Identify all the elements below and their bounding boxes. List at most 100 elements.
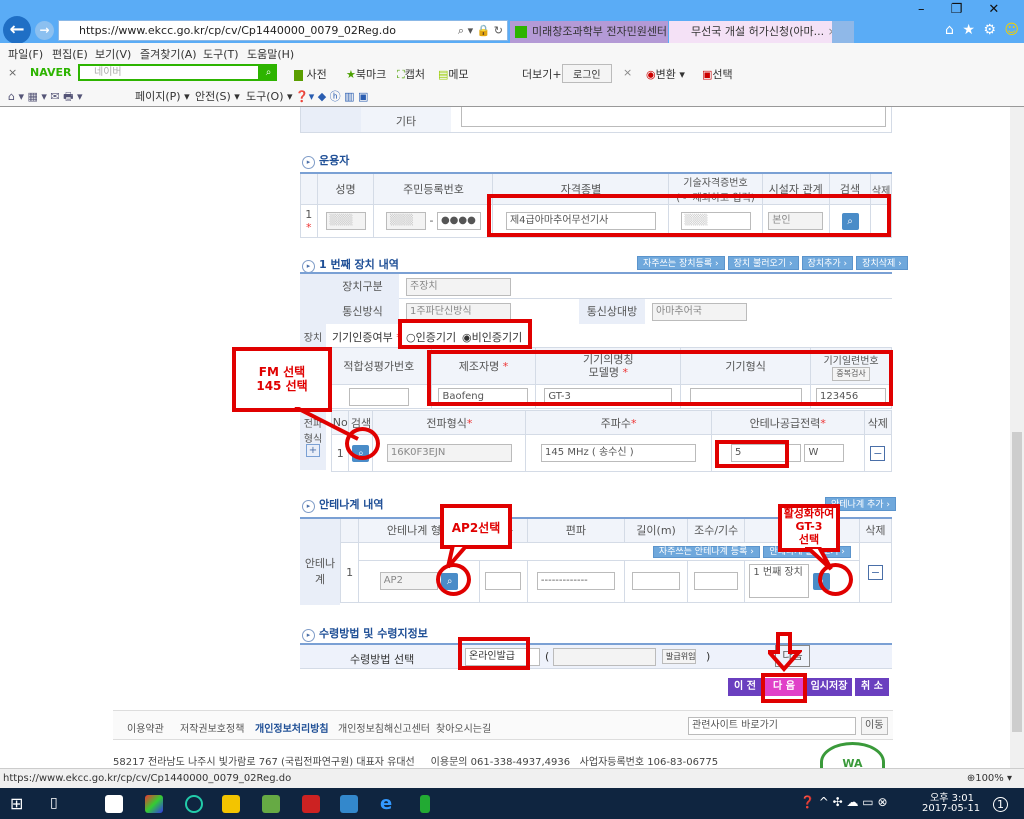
link-privacy-report[interactable]: 개인정보침해신고센터 <box>338 720 430 735</box>
menu-favorites[interactable]: 즐겨찾기(A) <box>140 46 197 62</box>
clock-date[interactable]: 2017-05-11 <box>922 803 980 814</box>
evernote-icon[interactable] <box>262 795 280 813</box>
tab-license[interactable]: 무선국 개설 허가신청(아마... × <box>669 21 832 43</box>
unit-select[interactable]: W <box>804 444 845 462</box>
issue-delegate-button[interactable]: 발급위임 <box>662 649 697 664</box>
help-hp-icons[interactable]: ❓▾ ◆ ⓗ ▥ ▣ <box>295 88 368 104</box>
app-icon-puzzle[interactable] <box>145 795 163 813</box>
frequency-select[interactable]: 145 MHz ( 송수신 ) <box>541 444 697 462</box>
bookmark-button[interactable]: ★북마크 <box>346 66 386 82</box>
app-icon-figure[interactable] <box>420 795 430 813</box>
cert-label: 기기인증여부 * <box>332 331 402 344</box>
menu-edit[interactable]: 편집(E) <box>52 46 88 62</box>
clock-time[interactable]: 오후 3:01 <box>930 789 974 804</box>
close-icon[interactable]: × <box>623 66 632 79</box>
tab-minwon[interactable]: 미래창조과학부 전자민원센터... <box>510 21 668 43</box>
search-lock-refresh-icons[interactable]: ⌕ ▾ 🔒 ↻ <box>458 21 503 40</box>
link-privacy[interactable]: 개인정보처리방침 <box>255 720 329 735</box>
app-icon-circle[interactable] <box>185 795 203 813</box>
capture-icon: ⛶ <box>397 68 405 81</box>
gain-input[interactable] <box>485 572 522 590</box>
scroll-thumb[interactable] <box>1012 432 1022 732</box>
menu-view[interactable]: 보기(V) <box>95 46 131 62</box>
menu-tools[interactable]: 도구(T) <box>203 46 239 62</box>
file-explorer-icon[interactable] <box>222 795 240 813</box>
prev-button[interactable]: 이 전 <box>728 678 762 696</box>
pdf-globe-icon: ◉ <box>646 68 656 81</box>
paren: ) <box>706 650 711 663</box>
pdf-icon[interactable] <box>302 795 320 813</box>
rrn-back-input[interactable]: ●●●● <box>436 212 481 230</box>
col-name: 성명 <box>316 172 375 205</box>
convert-label: 변환 <box>655 68 676 81</box>
add-device-button[interactable]: 장치추가 › <box>801 256 854 270</box>
fav-antenna-register-button[interactable]: 자주쓰는 안테나계 등록 › <box>652 545 760 558</box>
go-button[interactable]: 이동 <box>861 717 888 735</box>
comm-label: 통신방식 <box>326 299 399 324</box>
forward-button[interactable]: → <box>35 21 54 40</box>
device-title: 1 번째 장치 내역 <box>302 256 399 273</box>
home-rss-mail-print-icons[interactable]: ⌂ ▾ ▦ ▾ ✉ 🖶 ▾ <box>8 88 83 107</box>
delete-device-button[interactable]: 장치삭제 › <box>856 256 908 270</box>
page-menu[interactable]: 페이지(P) ▾ <box>135 88 190 104</box>
name-input[interactable]: ▒▒▒ <box>325 212 366 230</box>
select-label: 선택 <box>712 68 733 81</box>
etc-textarea[interactable] <box>461 107 886 127</box>
load-device-button[interactable]: 장치 불러오기 › <box>727 256 799 270</box>
zoom-icon: ⊕ <box>966 773 976 784</box>
notification-badge[interactable]: 1 <box>993 797 1008 812</box>
address-bar[interactable]: https://www.ekcc.go.kr/cp/cv/Cp1440000_0… <box>58 20 508 41</box>
antenna-side-label: 안테나계 <box>300 517 340 605</box>
cancel-button[interactable]: 취 소 <box>855 678 889 696</box>
conformity-input[interactable] <box>348 387 409 406</box>
login-button[interactable]: 로그인 <box>562 64 612 83</box>
menu-toolbars: 파일(F) 편집(E) 보기(V) 즐겨찾기(A) 도구(T) 도움말(H) ×… <box>0 43 1024 107</box>
related-sites-select[interactable]: 관련사이트 바로가기 <box>688 717 856 735</box>
task-view-icon[interactable]: ▯ <box>50 795 58 811</box>
tools-menu[interactable]: 도구(O) ▾ <box>246 88 293 104</box>
delete-row-icon[interactable]: − <box>867 564 884 580</box>
close-tab-icon[interactable]: × <box>824 25 832 38</box>
store-icon[interactable] <box>105 795 123 813</box>
ie-icon[interactable]: e <box>380 795 398 813</box>
annotation-fm-text: FM 선택 145 선택 <box>256 365 308 393</box>
dictionary-button[interactable]: 사전 <box>294 66 327 82</box>
menu-help[interactable]: 도움말(H) <box>247 46 294 62</box>
cert-label-text: 기기인증여부 <box>332 331 393 344</box>
app-icon-v[interactable] <box>340 795 358 813</box>
back-button[interactable]: ← <box>3 16 31 44</box>
window-controls[interactable]: – ❐ ✕ <box>918 2 999 17</box>
length-input[interactable] <box>632 572 681 590</box>
delete-row-icon[interactable]: − <box>870 445 886 461</box>
rrn-front-input[interactable]: ▒▒▒ <box>385 212 426 230</box>
temp-save-button[interactable]: 임시저장 <box>806 678 852 696</box>
link-directions[interactable]: 찾아오시는길 <box>436 720 491 735</box>
close-toolbar-icon[interactable]: × <box>8 66 17 79</box>
home-star-gear-smile-icons[interactable]: ⌂ ★ ⚙ ☺ <box>945 22 1019 38</box>
vertical-scrollbar[interactable] <box>1010 107 1024 768</box>
naver-search-input[interactable]: 네이버 <box>78 64 260 81</box>
elements-input[interactable] <box>694 572 739 590</box>
col-polarization: 편파 <box>526 517 626 543</box>
col-emission: 전파형식* <box>372 410 527 435</box>
memo-button[interactable]: ▤메모 <box>438 66 469 82</box>
start-button[interactable]: ⊞ <box>10 794 23 813</box>
device-listbox[interactable]: 1 번째 장치 <box>749 564 810 598</box>
peer-input: 아마추어국 <box>652 303 747 321</box>
naver-search-button[interactable]: ⌕ <box>260 64 277 81</box>
convert-button[interactable]: ◉변환 ▾ <box>646 66 685 82</box>
fav-device-register-button[interactable]: 자주쓰는 장치등록 › <box>637 256 725 270</box>
select-button[interactable]: ▣선택 <box>702 66 733 82</box>
capture-label: 캡처 <box>404 68 425 81</box>
capture-button[interactable]: ⛶캡처 <box>397 66 425 82</box>
more-button[interactable]: 더보기+ <box>522 66 562 82</box>
new-tab-button[interactable] <box>832 21 854 43</box>
delegate-input[interactable] <box>553 648 656 666</box>
system-tray-icons[interactable]: ❓ ^ ✣ ☁ ▭ ⊗ <box>800 795 888 809</box>
link-terms[interactable]: 이용약관 <box>127 720 164 735</box>
safety-menu[interactable]: 안전(S) ▾ <box>195 88 240 104</box>
menu-file[interactable]: 파일(F) <box>8 46 43 62</box>
zoom-control[interactable]: ⊕100% ▾ <box>967 769 1012 788</box>
polarization-select[interactable]: ------------- <box>536 572 615 590</box>
link-copyright[interactable]: 저작권보호정책 <box>180 720 244 735</box>
